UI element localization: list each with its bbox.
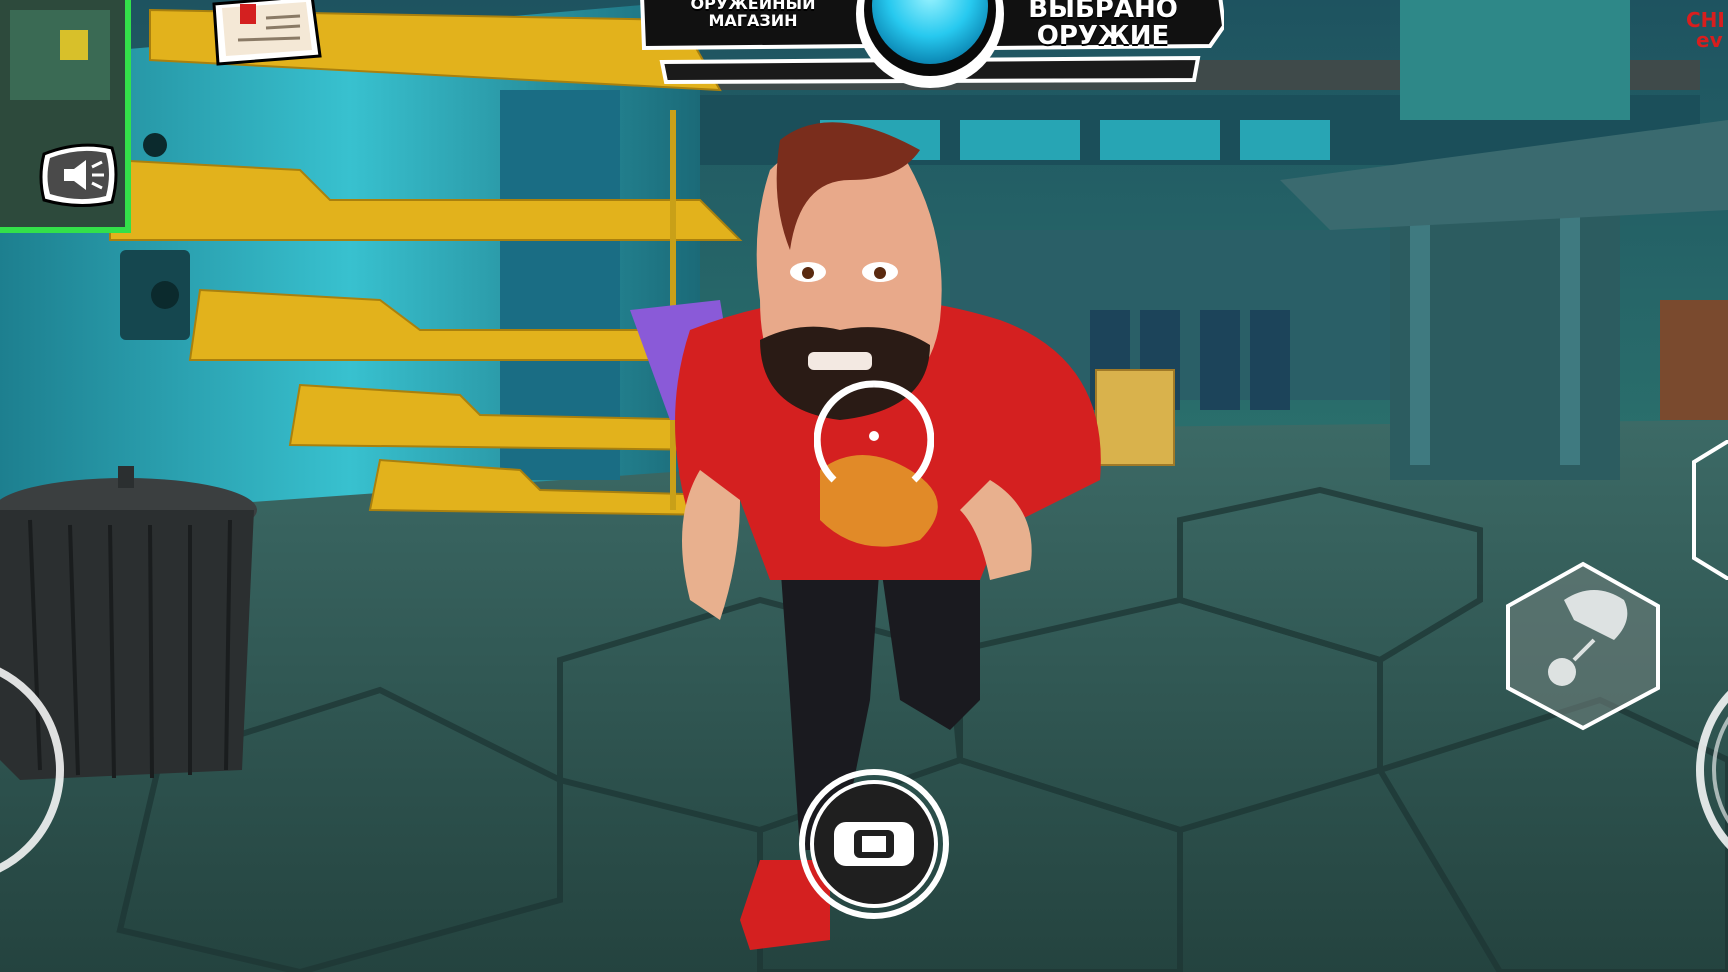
event-badge[interactable]: CHI ev — [1686, 10, 1725, 50]
crosshair-icon — [814, 380, 934, 483]
shop-label-line2: МАГАЗИН — [708, 10, 798, 30]
weapon-shop-button[interactable]: ОРУЖЕЙНЫЙ МАГАЗИН — [668, 0, 838, 30]
event-badge-line2: ev — [1696, 28, 1723, 52]
event-badge-line1: CHI — [1686, 8, 1725, 32]
selected-weapon-button[interactable]: ВЫБРАНО ОРУЖИЕ — [1008, 0, 1198, 51]
speaker-muted-icon[interactable] — [34, 134, 124, 214]
right-edge-button[interactable] — [1690, 440, 1728, 580]
movement-joystick[interactable] — [0, 640, 80, 900]
weapon-label-line1: ВЫБРАНО — [1028, 0, 1178, 24]
weapon-label-line2: ОРУЖИЕ — [1036, 21, 1170, 52]
top-hud-banner: ОРУЖЕЙНЫЙ МАГАЗИН ВЫБРАНО ОРУЖИЕ — [638, 0, 1224, 88]
throw-hand-icon[interactable] — [1504, 560, 1662, 732]
document-note-icon[interactable] — [208, 0, 324, 66]
grab-hand-icon[interactable] — [796, 766, 952, 922]
camera-joystick[interactable] — [1670, 640, 1728, 900]
